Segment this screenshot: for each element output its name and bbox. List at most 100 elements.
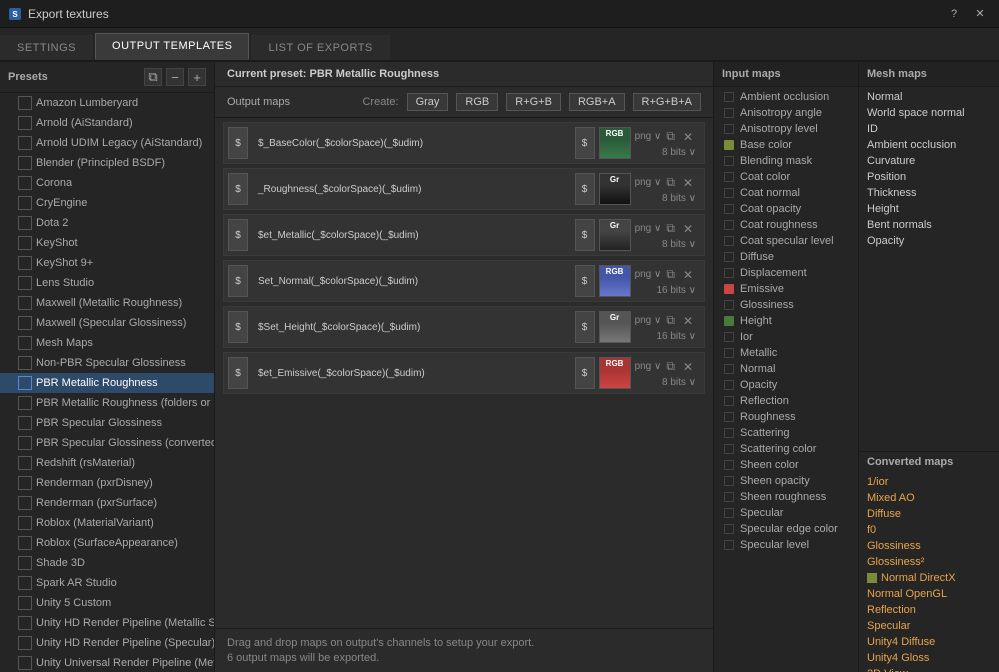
delete-output-button[interactable]: ✕	[680, 129, 696, 145]
input-map-item[interactable]: Blending mask	[714, 153, 858, 169]
input-map-item[interactable]: Coat roughness	[714, 217, 858, 233]
copy-output-button[interactable]: ⧉	[663, 266, 678, 283]
input-map-item[interactable]: Displacement	[714, 265, 858, 281]
sidebar-item[interactable]: Arnold (AiStandard)	[0, 113, 214, 133]
tab-output-templates[interactable]: OUTPUT TEMPLATES	[95, 33, 249, 60]
channel-dollar2-button[interactable]: $	[575, 127, 595, 159]
color-swatch[interactable]: Gr	[599, 173, 631, 205]
close-button[interactable]: ✕	[969, 5, 991, 23]
sidebar-item[interactable]: PBR Metallic Roughness (folders or PSD .…	[0, 393, 214, 413]
mesh-map-item[interactable]: Opacity	[859, 233, 999, 249]
create-rgb-a-button[interactable]: RGB+A	[569, 93, 625, 111]
sidebar-item[interactable]: Mesh Maps	[0, 333, 214, 353]
input-map-item[interactable]: Diffuse	[714, 249, 858, 265]
input-map-item[interactable]: Base color	[714, 137, 858, 153]
sidebar-item[interactable]: Corona	[0, 173, 214, 193]
channel-dollar2-button[interactable]: $	[575, 265, 595, 297]
input-map-item[interactable]: Emissive	[714, 281, 858, 297]
color-swatch[interactable]: RGB	[599, 265, 631, 297]
channel-dollar-button[interactable]: $	[228, 173, 248, 205]
tab-settings[interactable]: SETTINGS	[0, 35, 93, 60]
channel-dollar2-button[interactable]: $	[575, 173, 595, 205]
converted-map-item[interactable]: Mixed AO	[859, 490, 999, 506]
color-swatch[interactable]: Gr	[599, 219, 631, 251]
sidebar-item[interactable]: Maxwell (Metallic Roughness)	[0, 293, 214, 313]
input-map-item[interactable]: Reflection	[714, 393, 858, 409]
mesh-map-item[interactable]: Bent normals	[859, 217, 999, 233]
sidebar-item[interactable]: CryEngine	[0, 193, 214, 213]
delete-output-button[interactable]: ✕	[680, 313, 696, 329]
copy-preset-button[interactable]: ⧉	[144, 68, 162, 86]
mesh-map-item[interactable]: Thickness	[859, 185, 999, 201]
sidebar-item[interactable]: Blender (Principled BSDF)	[0, 153, 214, 173]
delete-output-button[interactable]: ✕	[680, 221, 696, 237]
channel-dollar2-button[interactable]: $	[575, 219, 595, 251]
sidebar-item[interactable]: Roblox (SurfaceAppearance)	[0, 533, 214, 553]
input-map-item[interactable]: Specular level	[714, 537, 858, 553]
sidebar-item[interactable]: Shade 3D	[0, 553, 214, 573]
input-map-item[interactable]: Coat specular level	[714, 233, 858, 249]
converted-map-item[interactable]: Diffuse	[859, 506, 999, 522]
copy-output-button[interactable]: ⧉	[663, 128, 678, 145]
sidebar-item[interactable]: PBR Specular Glossiness (converted from.…	[0, 433, 214, 453]
create-r-g-b-a-button[interactable]: R+G+B+A	[633, 93, 701, 111]
converted-map-item[interactable]: Glossiness²	[859, 554, 999, 570]
create-r-g-b-button[interactable]: R+G+B	[506, 93, 561, 111]
converted-map-item[interactable]: Unity4 Diffuse	[859, 634, 999, 650]
copy-output-button[interactable]: ⧉	[663, 174, 678, 191]
input-map-item[interactable]: Height	[714, 313, 858, 329]
channel-dollar-button[interactable]: $	[228, 127, 248, 159]
sidebar-item[interactable]: PBR Metallic Roughness	[0, 373, 214, 393]
sidebar-item[interactable]: Arnold UDIM Legacy (AiStandard)	[0, 133, 214, 153]
converted-map-item[interactable]: Unity4 Gloss	[859, 650, 999, 666]
sidebar-item[interactable]: Roblox (MaterialVariant)	[0, 513, 214, 533]
input-map-item[interactable]: Ambient occlusion	[714, 89, 858, 105]
input-map-item[interactable]: Normal	[714, 361, 858, 377]
color-swatch[interactable]: RGB	[599, 127, 631, 159]
converted-map-item[interactable]: Glossiness	[859, 538, 999, 554]
channel-dollar-button[interactable]: $	[228, 219, 248, 251]
sidebar-item[interactable]: Unity HD Render Pipeline (Metallic Stand…	[0, 613, 214, 633]
input-map-item[interactable]: Scattering color	[714, 441, 858, 457]
input-map-item[interactable]: Coat opacity	[714, 201, 858, 217]
create-rgb-button[interactable]: RGB	[456, 93, 498, 111]
input-map-item[interactable]: Coat normal	[714, 185, 858, 201]
channel-dollar-button[interactable]: $	[228, 357, 248, 389]
converted-map-item[interactable]: Reflection	[859, 602, 999, 618]
converted-map-item[interactable]: f0	[859, 522, 999, 538]
converted-map-item[interactable]: Normal DirectX	[859, 570, 999, 586]
create-gray-button[interactable]: Gray	[407, 93, 449, 111]
input-map-item[interactable]: Opacity	[714, 377, 858, 393]
sidebar-item[interactable]: Renderman (pxrDisney)	[0, 473, 214, 493]
add-preset-button[interactable]: +	[188, 68, 206, 86]
sidebar-item[interactable]: Maxwell (Specular Glossiness)	[0, 313, 214, 333]
sidebar-item[interactable]: Unity HD Render Pipeline (Specular)	[0, 633, 214, 653]
sidebar-item[interactable]: PBR Specular Glossiness	[0, 413, 214, 433]
mesh-map-item[interactable]: Curvature	[859, 153, 999, 169]
mesh-map-item[interactable]: World space normal	[859, 105, 999, 121]
sidebar-item[interactable]: Lens Studio	[0, 273, 214, 293]
sidebar-item[interactable]: KeyShot 9+	[0, 253, 214, 273]
input-map-item[interactable]: Roughness	[714, 409, 858, 425]
delete-output-button[interactable]: ✕	[680, 359, 696, 375]
input-map-item[interactable]: Sheen color	[714, 457, 858, 473]
channel-dollar2-button[interactable]: $	[575, 311, 595, 343]
mesh-map-item[interactable]: ID	[859, 121, 999, 137]
copy-output-button[interactable]: ⧉	[663, 358, 678, 375]
sidebar-item[interactable]: Amazon Lumberyard	[0, 93, 214, 113]
delete-output-button[interactable]: ✕	[680, 175, 696, 191]
color-swatch[interactable]: Gr	[599, 311, 631, 343]
converted-map-item[interactable]: Specular	[859, 618, 999, 634]
help-button[interactable]: ?	[943, 5, 965, 23]
mesh-map-item[interactable]: Height	[859, 201, 999, 217]
input-map-item[interactable]: Anisotropy level	[714, 121, 858, 137]
input-map-item[interactable]: Specular edge color	[714, 521, 858, 537]
input-map-item[interactable]: Coat color	[714, 169, 858, 185]
input-map-item[interactable]: Glossiness	[714, 297, 858, 313]
input-map-item[interactable]: Ior	[714, 329, 858, 345]
delete-output-button[interactable]: ✕	[680, 267, 696, 283]
copy-output-button[interactable]: ⧉	[663, 220, 678, 237]
sidebar-item[interactable]: Redshift (rsMaterial)	[0, 453, 214, 473]
tab-list-of-exports[interactable]: LIST OF EXPORTS	[251, 35, 389, 60]
input-map-item[interactable]: Specular	[714, 505, 858, 521]
